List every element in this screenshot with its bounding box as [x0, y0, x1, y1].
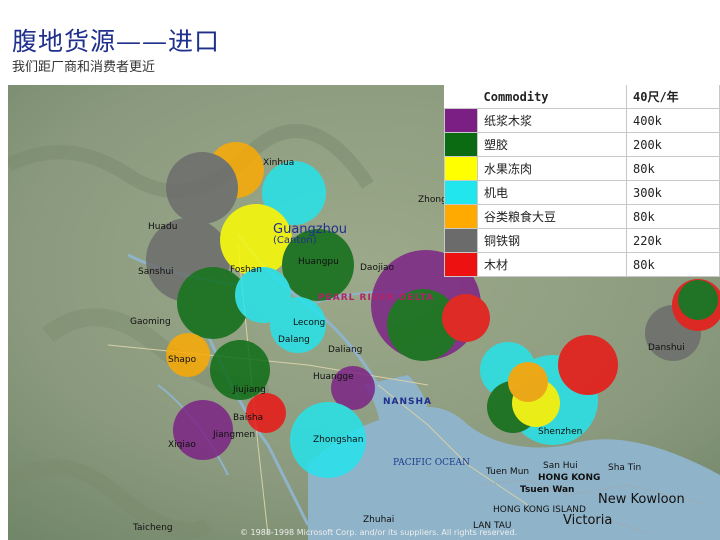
label-taicheng: Taicheng	[133, 523, 173, 533]
label-daliang: Daliang	[328, 345, 363, 355]
bubble-steel	[166, 152, 238, 224]
legend-value: 80k	[626, 156, 720, 181]
legend-name: 铜铁钢	[477, 228, 627, 253]
legend-name: 塑胶	[477, 132, 627, 157]
label-tsuen-wan: Tsuen Wan	[520, 485, 575, 495]
label-shenzhen: Shenzhen	[538, 427, 583, 437]
legend-row: 水果冻肉 80k	[444, 156, 720, 181]
legend-swatch	[444, 228, 478, 253]
legend-value: 400k	[626, 108, 720, 133]
legend-header-commodity: Commodity	[477, 85, 627, 109]
bubble-grain	[508, 362, 548, 402]
legend-swatch	[444, 180, 478, 205]
bubble-timber	[442, 294, 490, 342]
label-huangpu: Huangpu	[298, 257, 339, 267]
label-jiujiang: Jiujiang	[233, 385, 266, 395]
legend-value: 220k	[626, 228, 720, 253]
bubble-timber	[558, 335, 618, 395]
legend-name: 木材	[477, 252, 627, 277]
label-pacific-ocean: PACIFIC OCEAN	[393, 458, 470, 468]
legend-row: 谷类粮食大豆 80k	[444, 204, 720, 229]
commodity-legend: Commodity 40尺/年 纸浆木浆 400k 塑胶 200k 水果冻肉 8…	[444, 85, 720, 277]
legend-header-unit: 40尺/年	[626, 85, 720, 109]
page-subtitle: 我们距厂商和消费者更近	[12, 60, 156, 75]
page-title: 腹地货源——进口	[12, 27, 221, 56]
label-sha-tin: Sha Tin	[608, 463, 642, 473]
label-daojiao: Daojiao	[360, 263, 394, 273]
legend-swatch	[444, 156, 478, 181]
label-zhuhai: Zhuhai	[363, 515, 395, 525]
legend-name: 水果冻肉	[477, 156, 627, 181]
label-huadu: Huadu	[148, 222, 178, 232]
label-huangge: Huangge	[313, 372, 354, 382]
legend-row: 塑胶 200k	[444, 132, 720, 157]
label-victoria: Victoria	[563, 513, 613, 528]
legend-value: 80k	[626, 204, 720, 229]
legend-row: 铜铁钢 220k	[444, 228, 720, 253]
legend-value: 300k	[626, 180, 720, 205]
label-shapo: Shapo	[168, 355, 197, 365]
bubble-plastic	[678, 280, 718, 320]
legend-name: 谷类粮食大豆	[477, 204, 627, 229]
legend-swatch	[444, 132, 478, 157]
label-jiangmen: Jiangmen	[213, 430, 256, 440]
label-san-hui: San Hui	[543, 461, 578, 471]
label-zhongshan: Zhongshan	[313, 435, 364, 445]
label-pearl-river-delta: PEARL RIVER DELTA	[318, 293, 435, 303]
label-new-kowloon: New Kowloon	[598, 492, 685, 507]
legend-row: 木材 80k	[444, 252, 720, 277]
legend-row: 纸浆木浆 400k	[444, 108, 720, 133]
legend-swatch	[444, 204, 478, 229]
legend-value: 80k	[626, 252, 720, 277]
legend-header: Commodity 40尺/年	[444, 85, 720, 109]
label-hong-kong: HONG KONG	[538, 473, 601, 483]
label-baisha: Baisha	[233, 413, 264, 423]
label-xiqiao: Xiqiao	[168, 440, 196, 450]
legend-name: 机电	[477, 180, 627, 205]
label-xinhua: Xinhua	[263, 158, 295, 168]
label-danshui: Danshui	[648, 343, 685, 353]
map-copyright: © 1988-1998 Microsoft Corp. and/or its s…	[240, 528, 518, 537]
label-dalang: Dalang	[278, 335, 310, 345]
label-lecong: Lecong	[293, 318, 326, 328]
legend-swatch	[444, 252, 478, 277]
label-foshan: Foshan	[230, 265, 262, 275]
legend-value: 200k	[626, 132, 720, 157]
label-hong-kong-island: HONG KONG ISLAND	[493, 505, 586, 515]
legend-row: 机电 300k	[444, 180, 720, 205]
legend-swatch	[444, 108, 478, 133]
label-canton: (Canton)	[273, 235, 317, 246]
label-tuen-mun: Tuen Mun	[486, 467, 530, 477]
label-nansha: NANSHA	[383, 397, 433, 407]
label-gaoming: Gaoming	[130, 317, 171, 327]
label-sanshui: Sanshui	[138, 267, 174, 277]
legend-name: 纸浆木浆	[477, 108, 627, 133]
